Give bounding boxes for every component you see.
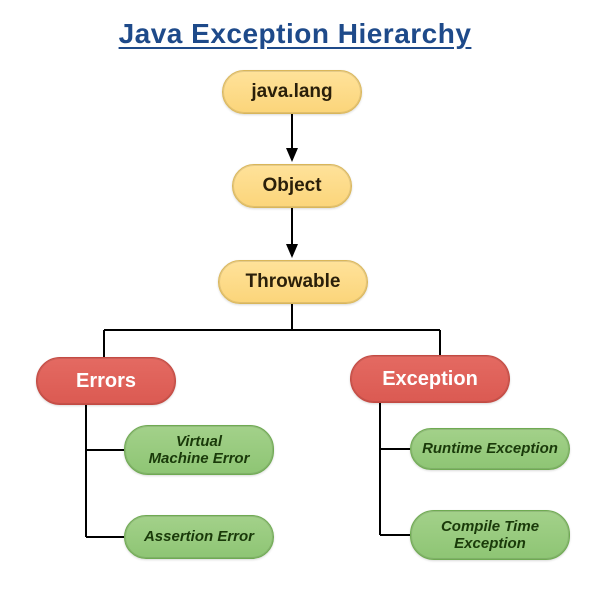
node-exception: Exception (350, 355, 510, 403)
node-label: Runtime Exception (422, 440, 558, 457)
node-label: Errors (76, 370, 136, 393)
node-errors: Errors (36, 357, 176, 405)
node-vm-error: Virtual Machine Error (124, 425, 274, 475)
node-label: java.lang (251, 81, 332, 103)
node-label: Object (262, 175, 321, 197)
node-throwable: Throwable (218, 260, 368, 304)
node-runtime-exception: Runtime Exception (410, 428, 570, 470)
diagram-title: Java Exception Hierarchy (0, 0, 590, 50)
node-object: Object (232, 164, 352, 208)
node-label: Assertion Error (144, 528, 254, 545)
node-label: Virtual Machine Error (149, 433, 250, 468)
node-java-lang: java.lang (222, 70, 362, 114)
node-label: Compile Time Exception (441, 518, 539, 553)
node-compile-time-exception: Compile Time Exception (410, 510, 570, 560)
node-label: Throwable (245, 271, 340, 293)
node-label: Exception (382, 368, 478, 391)
node-assertion-error: Assertion Error (124, 515, 274, 559)
